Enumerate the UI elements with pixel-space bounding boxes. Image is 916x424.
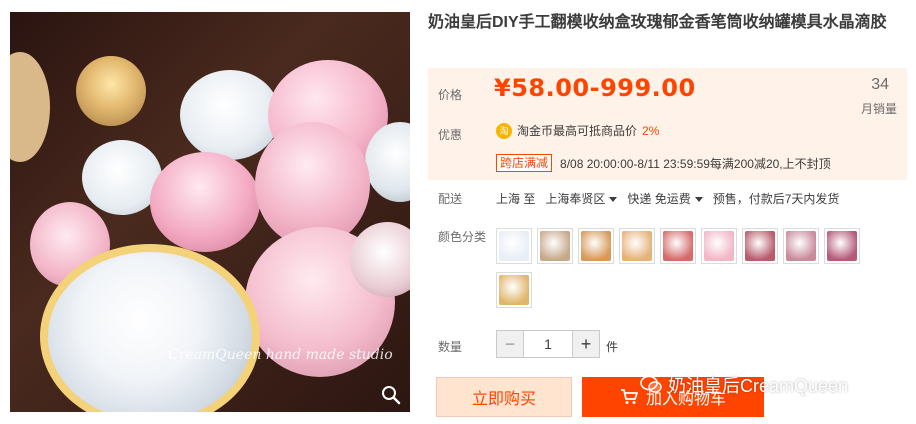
price-value: ¥58.00-999.00 (494, 74, 696, 102)
quantity-input[interactable]: 1 (523, 331, 573, 357)
buy-now-button[interactable]: 立即购买 (436, 377, 572, 417)
color-swatch-10[interactable] (496, 272, 532, 308)
swatch-thumbnail (622, 231, 652, 261)
product-title: 奶油皇后DIY手工翻模收纳盒玫瑰郁金香笔筒收纳罐模具水晶滴胶 (428, 14, 887, 31)
swatch-thumbnail (499, 275, 529, 305)
color-swatch-9[interactable] (824, 228, 860, 264)
wechat-account-name: 奶油皇后CreamQueen (668, 376, 849, 396)
ship-to-selector[interactable]: 上海奉贤区 (545, 190, 618, 207)
coin-promotion-text: 淘金币最高可抵商品价 (517, 124, 638, 138)
coin-promotion[interactable]: 淘 淘金币最高可抵商品价 2% (496, 122, 659, 139)
coin-promotion-percent: 2% (642, 123, 660, 138)
chevron-down-icon (694, 197, 703, 203)
ship-from: 上海 至 (496, 192, 536, 206)
monthly-sales-label: 月销量 (860, 102, 897, 116)
image-decor (40, 244, 260, 412)
color-swatch-7[interactable] (742, 228, 778, 264)
price-panel: 价格 ¥58.00-999.00 34 月销量 优惠 淘 淘金币最高可抵商品价 … (428, 68, 907, 180)
quantity-unit: 件 (606, 340, 619, 354)
taobao-coin-icon: 淘 (496, 122, 512, 139)
color-swatch-5[interactable] (660, 228, 696, 264)
color-swatch-6[interactable] (701, 228, 737, 264)
color-options-row: 颜色分类 (428, 228, 908, 318)
cross-store-discount-tag: 跨店满减 (496, 154, 553, 172)
zoom-icon[interactable] (380, 384, 402, 406)
image-watermark: CreamQueen hand made studio (168, 347, 393, 363)
quantity-stepper: − 1 + (496, 330, 600, 358)
wechat-account-watermark: 奶油皇后CreamQueen (640, 372, 848, 398)
shipping-row: 配送 上海 至 上海奉贤区 快递 免运费 预售，付款后7天内发货 (428, 190, 908, 210)
swatch-thumbnail (663, 231, 693, 261)
ship-method-selector[interactable]: 快递 免运费 (627, 190, 703, 207)
cart-icon (620, 389, 638, 404)
promotion-label: 优惠 (438, 128, 463, 142)
product-main-image[interactable]: CreamQueen hand made studio (10, 12, 410, 412)
quantity-row: 数量 − 1 + 件 (428, 330, 908, 360)
swatch-thumbnail (704, 231, 734, 261)
chevron-down-icon (609, 197, 618, 203)
swatch-thumbnail (499, 231, 529, 261)
color-options-label: 颜色分类 (438, 230, 487, 244)
swatch-thumbnail (786, 231, 816, 261)
cross-store-discount-detail: 8/08 20:00:00-8/11 23:59:59每满200减20,上不封顶 (560, 156, 831, 171)
image-decor (150, 152, 260, 252)
color-swatch-2[interactable] (537, 228, 573, 264)
ship-to-text: 上海奉贤区 (545, 192, 606, 206)
swatch-thumbnail (581, 231, 611, 261)
color-swatch-1[interactable] (496, 228, 532, 264)
image-decor (180, 70, 280, 160)
price-label: 价格 (438, 88, 463, 102)
swatch-thumbnail (540, 231, 570, 261)
shipping-label: 配送 (438, 192, 463, 206)
swatch-thumbnail (827, 231, 857, 261)
ship-method-text: 快递 免运费 (627, 192, 691, 206)
color-swatch-list (496, 228, 876, 308)
swatch-thumbnail (745, 231, 775, 261)
quantity-increase-button[interactable]: + (573, 331, 599, 357)
color-swatch-3[interactable] (578, 228, 614, 264)
monthly-sales-count: 34 (871, 76, 889, 93)
image-decor (10, 52, 50, 162)
presale-note: 预售，付款后7天内发货 (712, 192, 840, 206)
quantity-label: 数量 (438, 340, 463, 354)
wechat-icon (640, 375, 662, 393)
color-swatch-4[interactable] (619, 228, 655, 264)
image-decor (76, 56, 146, 126)
cross-store-promotion[interactable]: 跨店满减 8/08 20:00:00-8/11 23:59:59每满200减20… (496, 154, 831, 172)
quantity-decrease-button[interactable]: − (497, 331, 523, 357)
color-swatch-8[interactable] (783, 228, 819, 264)
